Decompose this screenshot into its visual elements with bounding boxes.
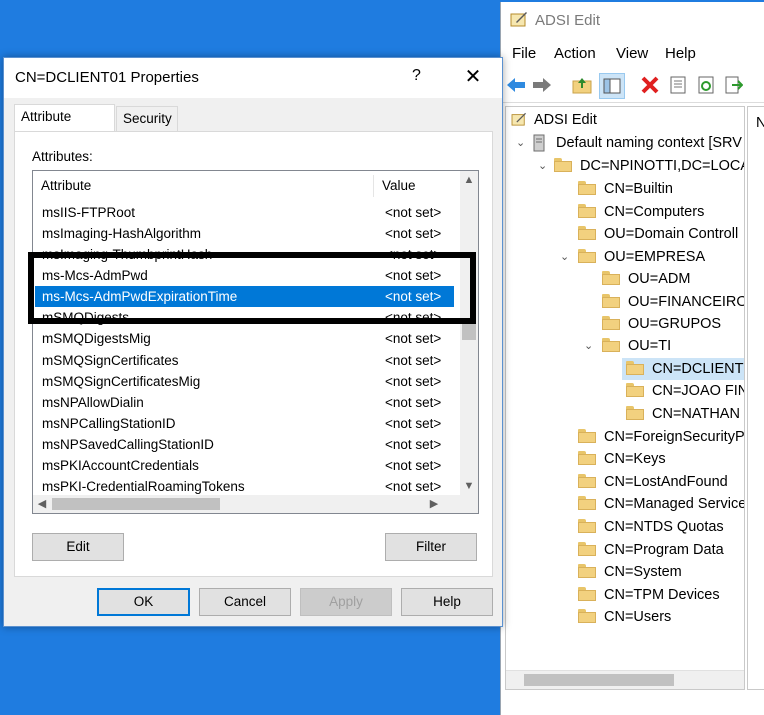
- table-row[interactable]: mSMQDigestsMig <not set>: [35, 328, 454, 349]
- adsi-results-pane: N: [747, 106, 764, 690]
- ok-button[interactable]: OK: [97, 588, 190, 616]
- folder-icon: [626, 406, 644, 420]
- refresh-icon[interactable]: [695, 74, 717, 96]
- show-hide-tree-icon[interactable]: [599, 73, 625, 99]
- back-arrow-icon[interactable]: [505, 74, 527, 96]
- tab-security[interactable]: Security: [116, 106, 178, 131]
- folder-icon: [578, 564, 596, 578]
- folder-icon: [578, 609, 596, 623]
- menu-action[interactable]: Action: [554, 45, 596, 62]
- menu-view[interactable]: View: [616, 45, 648, 62]
- folder-icon: [578, 496, 596, 510]
- collapse-chevron-icon[interactable]: ⌄: [560, 246, 569, 268]
- folder-icon: [626, 383, 644, 397]
- table-row[interactable]: msImaging-HashAlgorithm <not set>: [35, 223, 454, 244]
- folder-icon: [578, 204, 596, 218]
- table-row[interactable]: msPKI-CredentialRoamingTokens <not set>: [35, 476, 454, 497]
- scroll-right-icon[interactable]: ▶: [425, 495, 443, 513]
- server-icon: [533, 134, 545, 152]
- attributes-label: Attributes:: [32, 149, 93, 164]
- horizontal-scrollbar[interactable]: ◀ ▶: [33, 495, 461, 513]
- close-icon[interactable]: ✕: [460, 65, 486, 89]
- annotation-highlight-box: [28, 252, 476, 324]
- folder-icon: [578, 181, 596, 195]
- adsi-menubar: File Action View Help: [501, 42, 764, 66]
- scroll-up-icon[interactable]: ▲: [460, 171, 478, 189]
- tree-item-selected[interactable]: CN=DCLIENT0: [622, 358, 744, 380]
- folder-icon: [578, 429, 596, 443]
- table-row[interactable]: mSMQSignCertificatesMig <not set>: [35, 371, 454, 392]
- attribute-editor-page: Attributes: Attribute Value msIIS-FTPRoo…: [14, 131, 493, 577]
- folder-icon: [602, 271, 620, 285]
- folder-icon: [578, 587, 596, 601]
- collapse-chevron-icon[interactable]: ⌄: [584, 335, 593, 357]
- properties-dialog: CN=DCLIENT01 Properties ? ✕ Attribute Ed…: [3, 57, 503, 627]
- folder-icon: [578, 519, 596, 533]
- adsi-root-icon: [510, 112, 528, 126]
- folder-icon: [554, 158, 572, 172]
- folder-icon: [578, 474, 596, 488]
- column-header-attribute[interactable]: Attribute: [33, 171, 373, 201]
- table-row[interactable]: msNPAllowDialin <not set>: [35, 392, 454, 413]
- results-pane-text: N: [756, 115, 764, 131]
- dialog-titlebar: CN=DCLIENT01 Properties ? ✕: [4, 58, 502, 98]
- scrollbar-corner: [460, 495, 478, 513]
- folder-icon: [578, 226, 596, 240]
- folder-icon: [578, 451, 596, 465]
- folder-icon: [602, 294, 620, 308]
- table-row[interactable]: mSMQSignCertificates <not set>: [35, 350, 454, 371]
- folder-icon: [602, 316, 620, 330]
- filter-button[interactable]: Filter: [385, 533, 477, 561]
- apply-button[interactable]: Apply: [300, 588, 392, 616]
- scroll-left-icon[interactable]: ◀: [33, 495, 51, 513]
- forward-arrow-icon[interactable]: [531, 74, 553, 96]
- properties-icon[interactable]: [667, 74, 689, 96]
- menu-file[interactable]: File: [512, 45, 536, 62]
- adsi-app-icon: [510, 12, 527, 27]
- folder-icon: [602, 338, 620, 352]
- dialog-title: CN=DCLIENT01 Properties: [15, 69, 199, 86]
- cancel-button[interactable]: Cancel: [199, 588, 291, 616]
- tree-horizontal-scrollbar[interactable]: [506, 670, 744, 689]
- adsi-edit-window: ADSI Edit File Action View Help ADSI Edi…: [500, 2, 764, 715]
- menu-help[interactable]: Help: [665, 45, 696, 62]
- adsi-tree-pane: ADSI Edit ⌄ Default naming context [SRV …: [505, 106, 745, 690]
- help-button[interactable]: Help: [401, 588, 493, 616]
- folder-icon: [578, 249, 596, 263]
- adsi-titlebar: ADSI Edit: [501, 2, 764, 36]
- delete-icon[interactable]: [639, 74, 661, 96]
- table-row[interactable]: msPKIAccountCredentials <not set>: [35, 455, 454, 476]
- scroll-down-icon[interactable]: ▼: [460, 477, 478, 495]
- folder-icon: [578, 542, 596, 556]
- help-icon[interactable]: ?: [412, 67, 421, 85]
- table-row[interactable]: msNPSavedCallingStationID <not set>: [35, 434, 454, 455]
- collapse-chevron-icon[interactable]: ⌄: [538, 155, 547, 177]
- attributes-list: Attribute Value msIIS-FTPRoot <not set> m…: [32, 170, 479, 514]
- adsi-toolbar: [501, 68, 764, 103]
- horizontal-scroll-thumb[interactable]: [52, 498, 220, 510]
- vertical-scrollbar[interactable]: ▲ ▼: [460, 171, 478, 495]
- folder-icon: [626, 361, 644, 375]
- table-row[interactable]: msIIS-FTPRoot <not set>: [35, 202, 454, 223]
- export-list-icon[interactable]: [723, 74, 745, 96]
- table-row[interactable]: msNPCallingStationID <not set>: [35, 413, 454, 434]
- tab-attribute-editor[interactable]: Attribute Editor: [14, 104, 115, 148]
- edit-button[interactable]: Edit: [32, 533, 124, 561]
- up-folder-icon[interactable]: [571, 74, 593, 96]
- collapse-chevron-icon[interactable]: ⌄: [516, 132, 525, 154]
- tree-scroll-thumb[interactable]: [524, 674, 674, 686]
- attributes-list-header: Attribute Value: [33, 171, 459, 201]
- adsi-title: ADSI Edit: [535, 12, 601, 29]
- column-header-value[interactable]: Value: [374, 171, 459, 201]
